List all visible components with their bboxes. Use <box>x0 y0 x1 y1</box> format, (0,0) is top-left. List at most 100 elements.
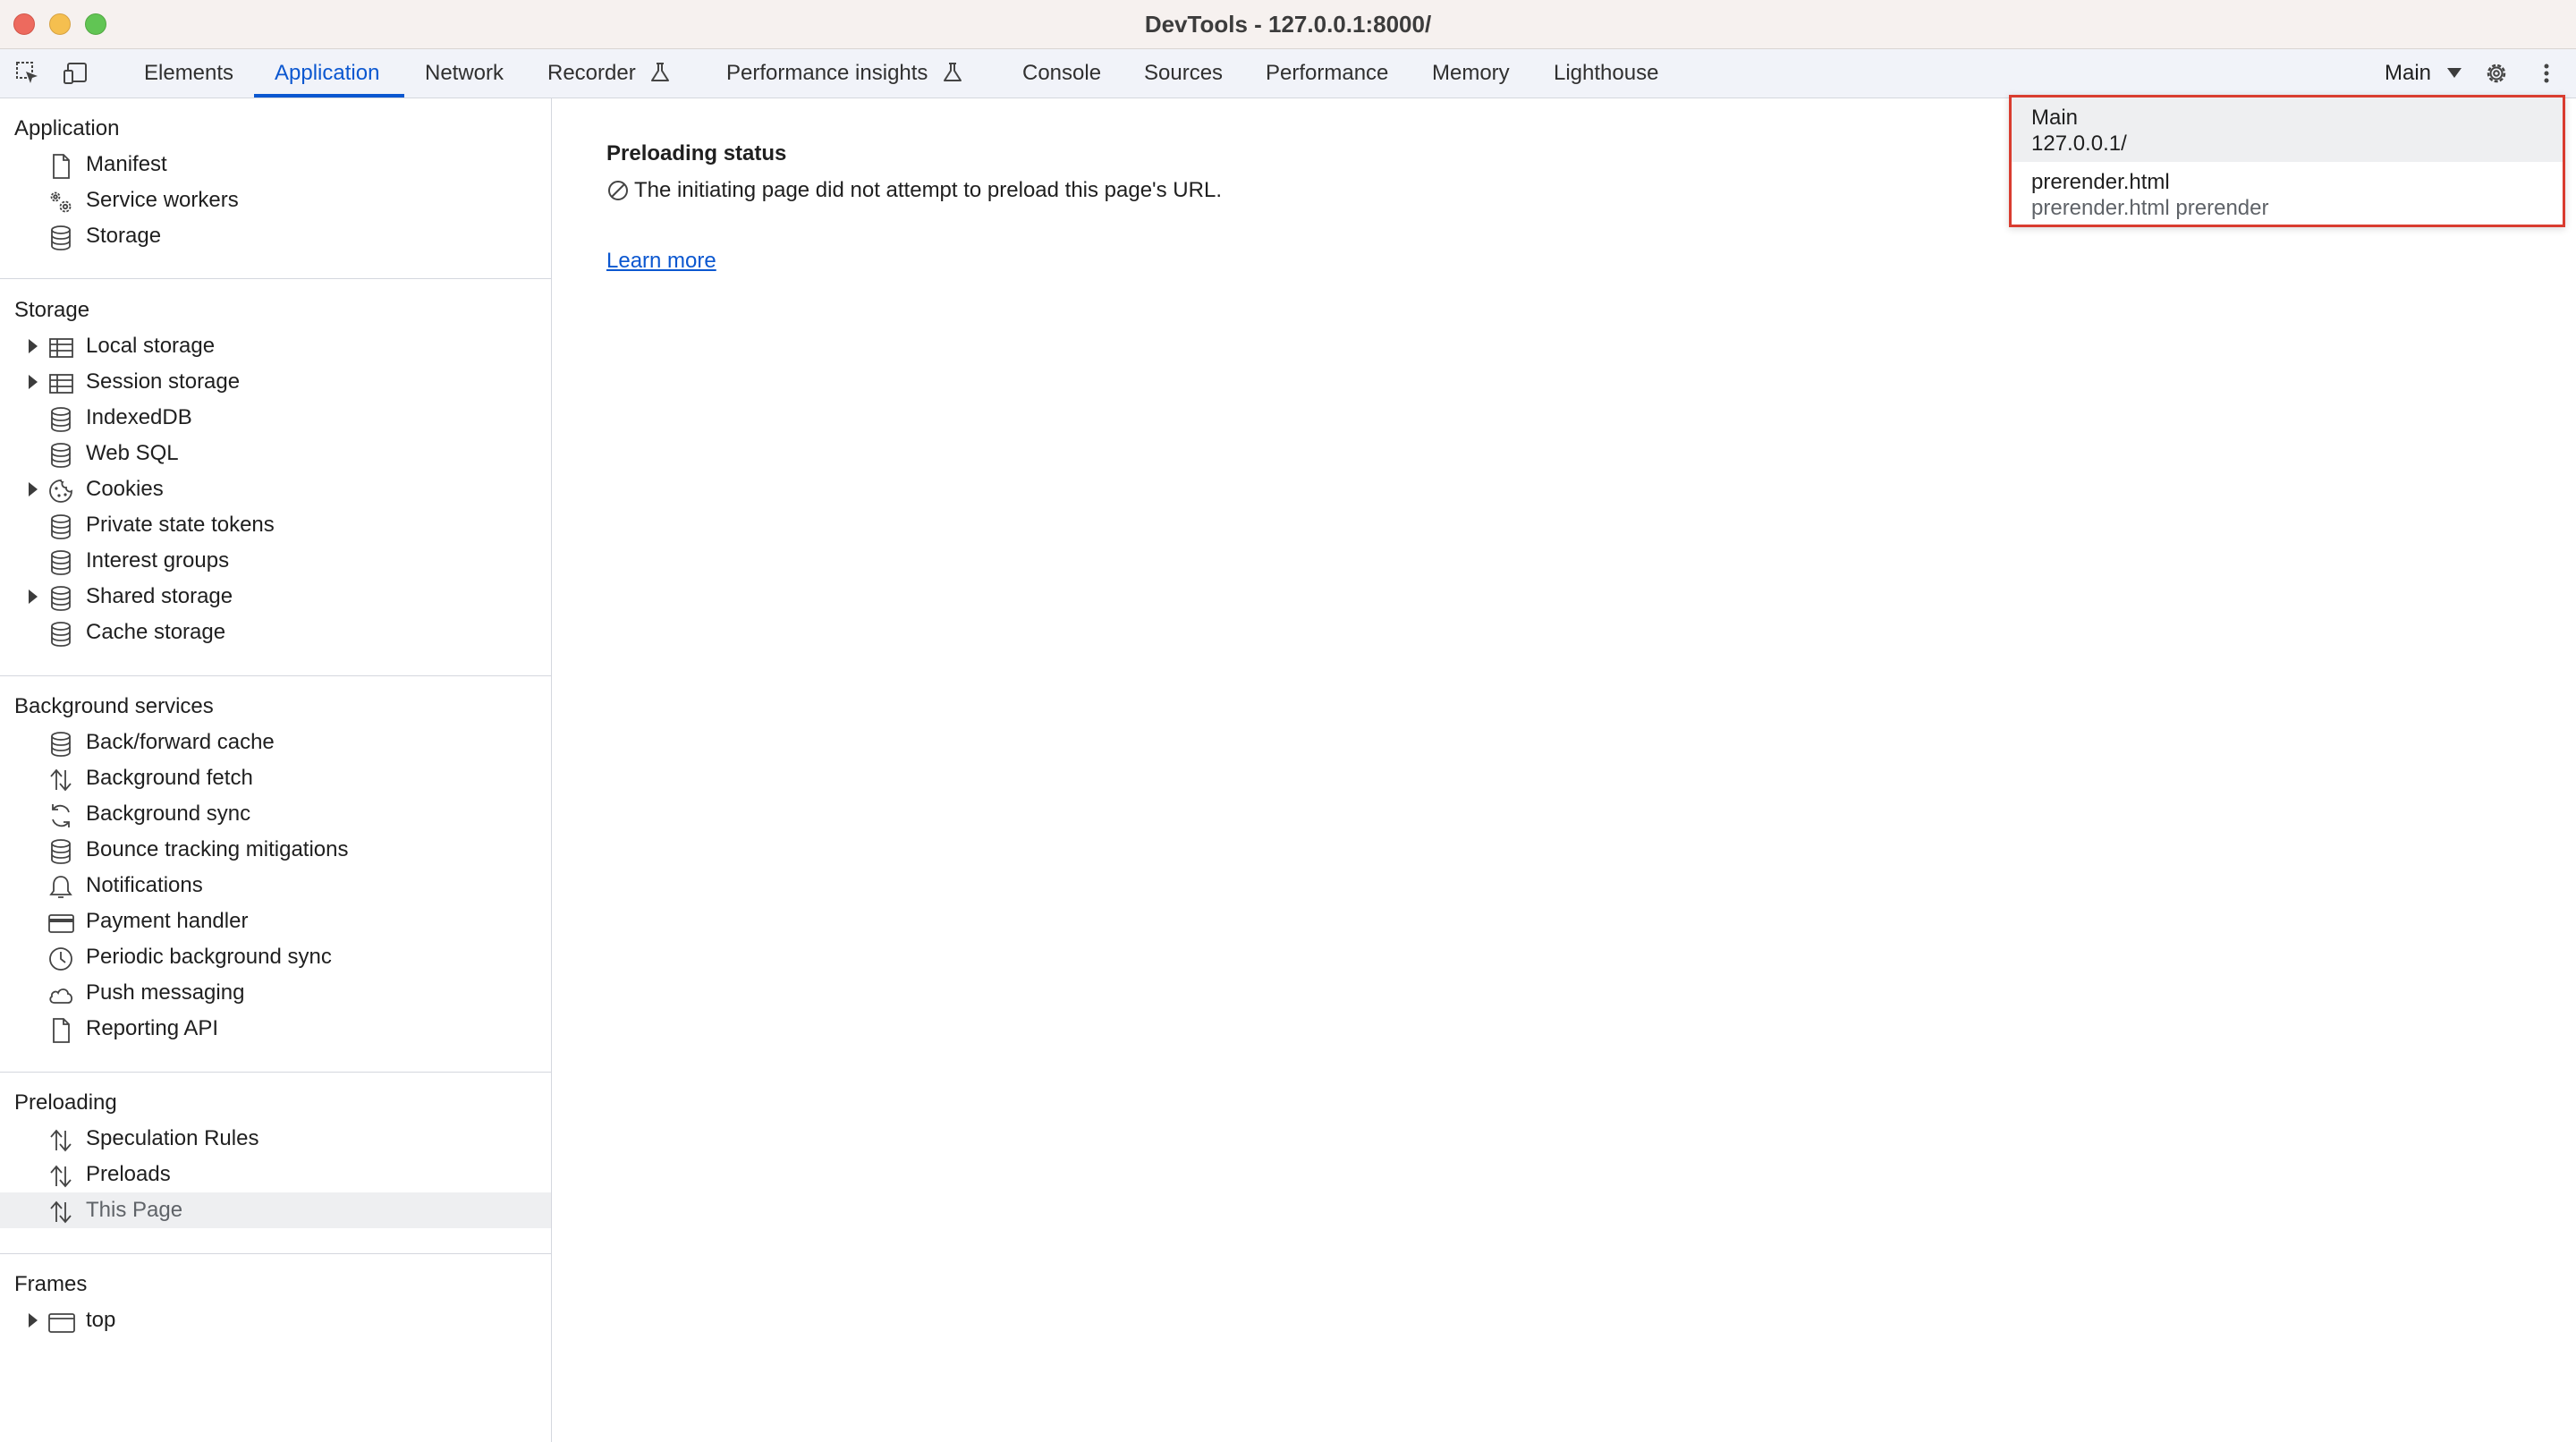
sidebar-item-label: Manifest <box>86 152 167 176</box>
sidebar-item-local-storage[interactable]: Local storage <box>0 328 551 364</box>
chevron-down-icon[interactable] <box>2447 68 2462 78</box>
gear-icon[interactable] <box>2483 60 2510 87</box>
tab-recorder[interactable]: Recorder <box>547 49 670 98</box>
tab-console[interactable]: Console <box>1022 49 1101 98</box>
dropdown-option-main[interactable]: Main 127.0.0.1/ <box>2012 98 2563 162</box>
sidebar-item-notifications[interactable]: Notifications <box>0 868 551 903</box>
expand-arrow-icon[interactable] <box>29 1313 38 1327</box>
sidebar-item-label: IndexedDB <box>86 405 192 429</box>
database-icon <box>51 732 71 757</box>
database-icon <box>51 407 71 432</box>
sidebar-item-label: This Page <box>86 1198 183 1222</box>
sidebar-item-label: top <box>86 1308 116 1332</box>
frame-icon <box>48 1313 75 1333</box>
sidebar-item-web-sql[interactable]: Web SQL <box>0 436 551 471</box>
sidebar-item-indexeddb[interactable]: IndexedDB <box>0 400 551 436</box>
sidebar-item-label: Cache storage <box>86 620 226 644</box>
sidebar-item-label: Shared storage <box>86 584 233 608</box>
sidebar-item-speculation-rules[interactable]: Speculation Rules <box>0 1121 551 1157</box>
tab-lighthouse[interactable]: Lighthouse <box>1554 49 1658 98</box>
experiment-flask-icon <box>651 63 670 81</box>
sidebar-item-label: Payment handler <box>86 909 249 933</box>
sidebar-item-back-forward-cache[interactable]: Back/forward cache <box>0 725 551 760</box>
target-select[interactable]: Main <box>2385 49 2431 98</box>
sidebar-item-service-workers[interactable]: Service workers <box>0 182 551 218</box>
section-divider <box>0 1253 551 1254</box>
learn-more-link[interactable]: Learn more <box>606 249 716 274</box>
sidebar-item-manifest[interactable]: Manifest <box>0 147 551 182</box>
sidebar-item-payment-handler[interactable]: Payment handler <box>0 903 551 939</box>
sidebar-item-shared-storage[interactable]: Shared storage <box>0 579 551 615</box>
sidebar-item-bounce-tracking-mitigations[interactable]: Bounce tracking mitigations <box>0 832 551 868</box>
sidebar-item-interest-groups[interactable]: Interest groups <box>0 543 551 579</box>
tab-performance[interactable]: Performance <box>1266 49 1388 98</box>
section-divider <box>0 675 551 676</box>
sidebar-item-label: Background sync <box>86 802 251 826</box>
sidebar-item-push-messaging[interactable]: Push messaging <box>0 975 551 1011</box>
card-icon <box>48 914 74 933</box>
sidebar-item-reporting-api[interactable]: Reporting API <box>0 1011 551 1047</box>
sidebar-item-label: Background fetch <box>86 766 253 790</box>
expand-arrow-icon[interactable] <box>29 375 38 389</box>
database-icon <box>51 839 71 864</box>
more-options-icon[interactable] <box>2533 60 2560 87</box>
expand-arrow-icon[interactable] <box>29 482 38 496</box>
sidebar-item-storage[interactable]: Storage <box>0 218 551 254</box>
table-icon <box>49 338 73 358</box>
section-heading: Background services <box>14 694 214 718</box>
active-tab-indicator <box>254 94 404 98</box>
sidebar-item-private-state-tokens[interactable]: Private state tokens <box>0 507 551 543</box>
tab-application[interactable]: Application <box>275 49 379 98</box>
tab-memory[interactable]: Memory <box>1432 49 1510 98</box>
sidebar-item-background-fetch[interactable]: Background fetch <box>0 760 551 796</box>
sidebar-item-label: Service workers <box>86 188 239 212</box>
sidebar-item-top[interactable]: top <box>0 1302 551 1338</box>
tab-elements[interactable]: Elements <box>144 49 233 98</box>
sidebar-item-label: Periodic background sync <box>86 945 332 969</box>
tab-network[interactable]: Network <box>425 49 504 98</box>
database-icon <box>51 443 71 468</box>
option-label: Main <box>2031 106 2079 130</box>
table-icon <box>49 374 73 394</box>
document-icon <box>53 1018 70 1043</box>
inspect-element-icon[interactable] <box>14 60 41 87</box>
sidebar-item-label: Preloads <box>86 1162 171 1186</box>
sidebar-item-label: Push messaging <box>86 980 245 1005</box>
blocked-icon <box>608 181 628 200</box>
sidebar-item-session-storage[interactable]: Session storage <box>0 364 551 400</box>
arrows-updown-icon <box>50 1200 72 1224</box>
section-heading: Storage <box>14 298 90 322</box>
section-heading: Application <box>14 116 120 140</box>
devtools-toolbar: Elements Application Network Recorder Pe… <box>0 49 2576 98</box>
cookie-icon <box>49 479 72 503</box>
option-subtitle: 127.0.0.1/ <box>2031 131 2127 156</box>
window-titlebar: DevTools - 127.0.0.1:8000/ <box>0 0 2576 49</box>
sidebar-item-cookies[interactable]: Cookies <box>0 471 551 507</box>
sidebar-item-preloads[interactable]: Preloads <box>0 1157 551 1192</box>
experiment-flask-icon <box>944 63 962 81</box>
expand-arrow-icon[interactable] <box>29 590 38 604</box>
expand-arrow-icon[interactable] <box>29 339 38 353</box>
sidebar-item-periodic-background-sync[interactable]: Periodic background sync <box>0 939 551 975</box>
arrows-updown-icon <box>50 768 72 792</box>
sidebar-item-label: Local storage <box>86 334 216 358</box>
gears-icon <box>50 191 72 213</box>
document-icon <box>53 154 70 179</box>
device-toolbar-icon[interactable] <box>63 60 89 87</box>
section-heading: Frames <box>14 1272 88 1296</box>
sidebar-item-background-sync[interactable]: Background sync <box>0 796 551 832</box>
sidebar-item-cache-storage[interactable]: Cache storage <box>0 615 551 650</box>
tab-sources[interactable]: Sources <box>1144 49 1223 98</box>
tab-recorder-label: Recorder <box>547 61 636 85</box>
sidebar-item-label: Speculation Rules <box>86 1126 259 1150</box>
dropdown-option-prerender[interactable]: prerender.html prerender.html prerender <box>2012 162 2563 225</box>
bell-icon <box>49 876 72 898</box>
arrows-updown-icon <box>50 1129 72 1152</box>
sidebar-item-this-page[interactable]: This Page <box>0 1192 551 1228</box>
database-icon <box>51 225 71 250</box>
tab-performance-insights[interactable]: Performance insights <box>726 49 962 98</box>
sync-icon <box>52 804 70 827</box>
tab-performance-insights-label: Performance insights <box>726 61 928 85</box>
database-icon <box>51 622 71 647</box>
database-icon <box>51 514 71 539</box>
